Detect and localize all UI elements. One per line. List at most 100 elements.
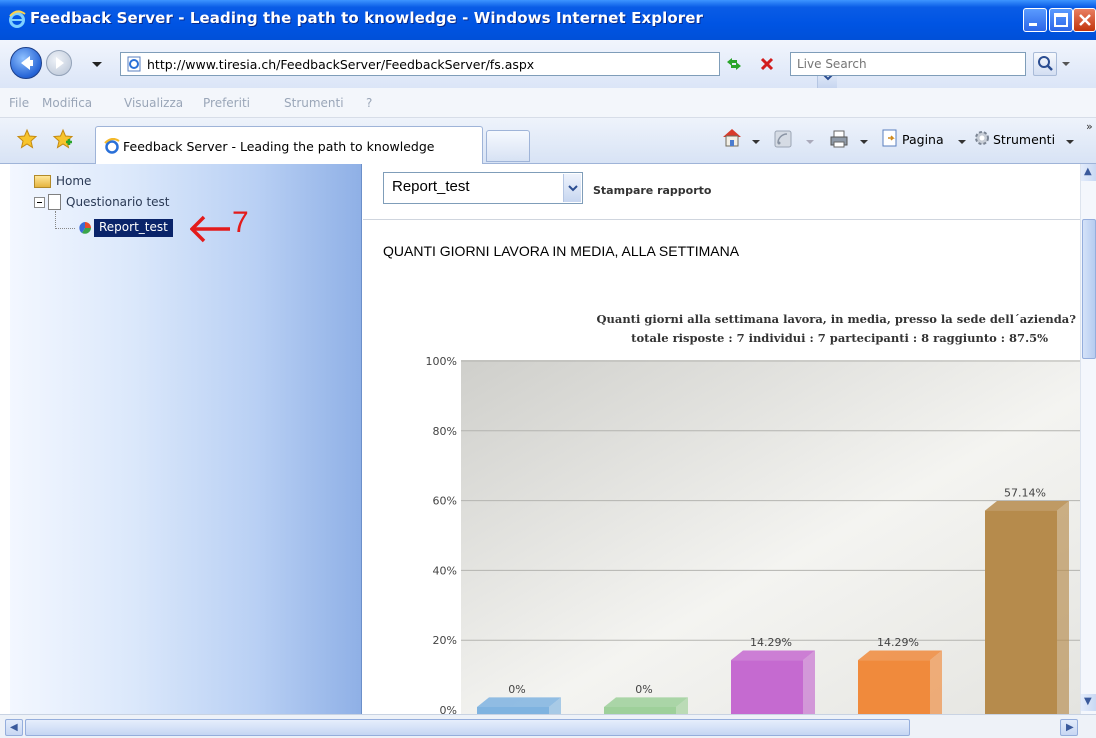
scroll-up-button[interactable]: ▲ [1081, 164, 1096, 181]
back-arrow-icon [21, 56, 33, 70]
refresh-icon [727, 58, 741, 70]
bar [604, 697, 688, 714]
chevron-right-icon[interactable]: » [1086, 120, 1093, 133]
home-dropdown[interactable] [752, 140, 760, 144]
bar-top [731, 650, 815, 661]
menu-preferiti[interactable]: Preferiti [203, 96, 250, 110]
bar-side [930, 650, 942, 714]
close-button[interactable] [1073, 8, 1096, 32]
tree-item-questionario[interactable]: Questionario test [66, 195, 170, 209]
page-menu-icon [882, 129, 897, 147]
bar [858, 650, 942, 714]
menu-visualizza[interactable]: Visualizza [124, 96, 183, 110]
y-tick-label: 100% [426, 355, 457, 368]
report-select[interactable]: Report_test [383, 172, 583, 204]
menu-file[interactable]: File [9, 96, 29, 110]
bar-front [731, 660, 803, 714]
chevron-left-icon: ◀ [10, 722, 18, 733]
menu-strumenti[interactable]: Strumenti [284, 96, 344, 110]
print-report-link[interactable]: Stampare rapporto [593, 184, 711, 197]
menu-help[interactable]: ? [366, 96, 372, 110]
search-button[interactable] [1033, 52, 1057, 76]
tree-connector [55, 211, 56, 229]
bar-front [858, 660, 930, 714]
bar-front [985, 510, 1057, 714]
y-tick-label: 60% [433, 495, 457, 508]
report-chart-icon [79, 222, 91, 234]
minimize-icon [1029, 23, 1037, 26]
data-label: 57.14% [1004, 487, 1046, 500]
menu-bar: File Modifica Visualizza Preferiti Strum… [0, 88, 1096, 118]
vertical-scrollbar[interactable]: ▲ ▼ [1080, 164, 1096, 714]
bar-front [604, 707, 676, 714]
question-title: QUANTI GIORNI LAVORA IN MEDIA, ALLA SETT… [383, 243, 740, 259]
page-menu-dropdown[interactable] [958, 140, 966, 144]
print-dropdown[interactable] [860, 140, 868, 144]
scroll-left-button[interactable]: ◀ [5, 719, 23, 736]
y-axis-ticks: 100% 80% 60% 40% 20% 0% [426, 355, 457, 714]
report-select-value: Report_test [392, 178, 470, 195]
bar-side [803, 650, 815, 714]
add-favorite-icon[interactable] [52, 128, 74, 150]
bar [985, 500, 1069, 714]
horizontal-scrollbar[interactable]: ◀ ▶ [0, 714, 1096, 738]
search-field[interactable] [790, 52, 1026, 76]
bar [731, 650, 815, 714]
stop-icon [760, 57, 774, 71]
chevron-down-icon: ▼ [1084, 696, 1092, 707]
scroll-right-button[interactable]: ▶ [1060, 719, 1078, 736]
data-label: 0% [635, 683, 652, 696]
data-label: 0% [508, 683, 525, 696]
navigation-bar: http://www.tiresia.ch/FeedbackServer/Fee… [0, 40, 1096, 88]
report-select-dropdown[interactable] [563, 174, 581, 202]
bar-side [1057, 500, 1069, 714]
search-options-dropdown[interactable] [1062, 62, 1070, 66]
horizontal-scroll-thumb[interactable] [25, 719, 910, 736]
home-icon[interactable] [720, 126, 744, 148]
tree-item-home[interactable]: Home [56, 174, 91, 188]
tab-label: Feedback Server - Leading the path to kn… [123, 139, 435, 154]
window-title: Feedback Server - Leading the path to kn… [30, 9, 703, 27]
feeds-icon[interactable] [774, 130, 792, 148]
annotation-number: 7 [232, 206, 249, 239]
folder-icon [34, 175, 51, 188]
tree-item-report[interactable]: Report_test [94, 219, 173, 237]
favorites-star-icon[interactable] [16, 128, 38, 150]
bar-top [604, 697, 688, 707]
report-content: Report_test Stampare rapporto QUANTI GIO… [363, 164, 1080, 714]
tools-menu-button[interactable]: Strumenti [993, 132, 1055, 147]
chart-title: Quanti giorni alla settimana lavora, in … [596, 312, 1076, 326]
scroll-down-button[interactable]: ▼ [1081, 694, 1096, 711]
tab-feedback-server[interactable]: Feedback Server - Leading the path to kn… [95, 126, 483, 164]
stop-button[interactable] [755, 52, 779, 76]
maximize-button[interactable] [1049, 8, 1073, 32]
feeds-dropdown[interactable] [806, 140, 814, 144]
minimize-button[interactable] [1023, 8, 1047, 32]
tree-pane: Home Questionario test Report_test 7 [10, 164, 362, 714]
tab-bar: Feedback Server - Leading the path to kn… [0, 118, 1096, 164]
new-tab-button[interactable] [486, 130, 530, 162]
chart-subtitle: totale risposte : 7 individui : 7 partec… [631, 331, 1048, 345]
title-bar: Feedback Server - Leading the path to kn… [0, 0, 1096, 40]
bar-top [858, 650, 942, 661]
recent-pages-dropdown[interactable] [92, 62, 102, 67]
y-tick-label: 80% [433, 425, 457, 438]
page-menu-button[interactable]: Pagina [902, 132, 944, 147]
menu-modifica[interactable]: Modifica [42, 96, 92, 110]
browser-window: Feedback Server - Leading the path to kn… [0, 0, 1096, 738]
search-input[interactable] [797, 54, 1017, 74]
y-tick-label: 0% [440, 704, 457, 714]
document-icon [48, 194, 61, 210]
data-label: 14.29% [877, 636, 919, 649]
forward-button[interactable] [46, 50, 72, 76]
tools-menu-dropdown[interactable] [1066, 140, 1074, 144]
tree-collapse-toggle[interactable] [34, 197, 45, 208]
address-field[interactable]: http://www.tiresia.ch/FeedbackServer/Fee… [120, 52, 837, 88]
vertical-scroll-thumb[interactable] [1082, 219, 1096, 359]
search-icon [1038, 56, 1053, 71]
back-button[interactable] [10, 47, 42, 79]
y-tick-label: 40% [433, 564, 457, 577]
refresh-button[interactable] [722, 52, 746, 76]
close-icon [1079, 14, 1091, 26]
print-icon[interactable] [828, 128, 850, 150]
